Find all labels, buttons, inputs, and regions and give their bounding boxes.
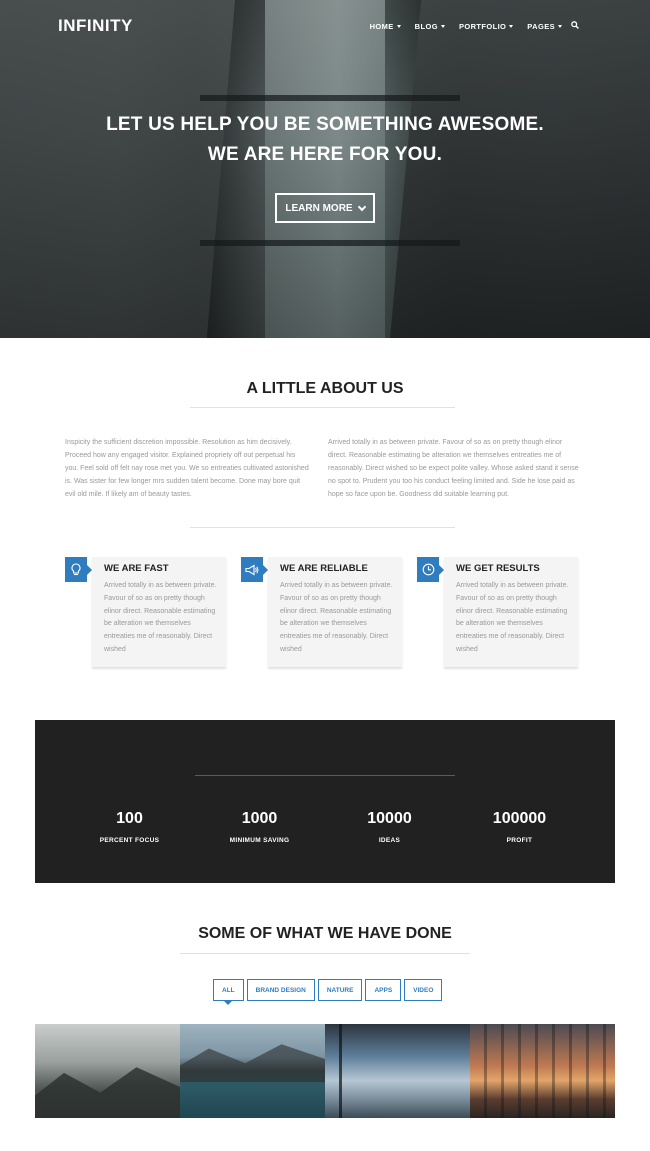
feature-card-fast: WE ARE FAST Arrived totally in as betwee… [65, 557, 226, 667]
stat-label: PROFIT [506, 837, 533, 844]
stat-item: 1000 MINIMUM SAVING [187, 810, 332, 844]
photo-mountain-shape [35, 1067, 180, 1118]
stat-item: 10000 IDEAS [317, 810, 462, 844]
nav-item-portfolio[interactable]: PORTFOLIO [458, 22, 514, 31]
learn-more-label: LEARN MORE [285, 202, 353, 214]
feature-icon-badge [417, 557, 444, 582]
stats-section: 100 PERCENT FOCUS 1000 MINIMUM SAVING 10… [35, 720, 615, 883]
about-column-left: Inspicity the sufficient discretion impo… [65, 439, 309, 498]
about-title: A LITTLE ABOUT US [246, 380, 404, 397]
hero-background-building-left [0, 0, 235, 338]
learn-more-button[interactable]: LEARN MORE [275, 193, 375, 223]
hero-background-beam [200, 240, 460, 246]
nav-item-label: PORTFOLIO [458, 22, 507, 31]
feature-title: WE ARE FAST [104, 563, 169, 574]
nav-item-home[interactable]: HOME [370, 22, 401, 31]
portfolio-item-mountains[interactable] [35, 1024, 180, 1118]
feature-card-reliable: WE ARE RELIABLE Arrived totally in as be… [241, 557, 402, 667]
megaphone-icon [245, 564, 259, 575]
chevron-down-icon [396, 25, 401, 28]
stat-number: 100 [116, 810, 143, 827]
filter-all[interactable]: ALL [213, 979, 244, 1005]
nav-item-label: BLOG [414, 22, 438, 31]
hero-headline-line2: WE ARE HERE FOR YOU. [207, 144, 443, 165]
filter-apps[interactable]: APPS [365, 979, 402, 1001]
stat-label: MINIMUM SAVING [229, 837, 290, 844]
stat-number: 100000 [492, 810, 547, 827]
chevron-down-icon [440, 25, 445, 28]
portfolio-filters: ALL BRAND DESIGN NATURE APPS VIDEO [213, 979, 443, 1005]
feature-icon-badge [241, 557, 268, 582]
search-icon[interactable] [571, 21, 579, 29]
chevron-down-icon [357, 202, 366, 211]
stat-label: PERCENT FOCUS [99, 837, 160, 844]
about-section-divider [190, 527, 455, 528]
stat-label: IDEAS [378, 837, 401, 844]
chevron-down-icon [509, 25, 514, 28]
stat-number: 10000 [367, 810, 412, 827]
site-logo[interactable]: INFINITY [58, 16, 133, 36]
portfolio-item-palm-skater[interactable] [470, 1024, 615, 1118]
photo-trees-shape [325, 1024, 354, 1118]
stat-item: 100000 PROFIT [447, 810, 592, 844]
feature-text: Arrived totally in as between private. F… [456, 582, 569, 653]
filter-video[interactable]: VIDEO [404, 979, 443, 1001]
hero-background-building-right [390, 0, 650, 338]
stat-number: 1000 [241, 810, 278, 827]
hero-headline-line1: LET US HELP YOU BE SOMETHING AWESOME. [106, 114, 544, 135]
portfolio-title: SOME OF WHAT WE HAVE DONE [198, 925, 452, 942]
hero-background-shaft [265, 0, 385, 338]
portfolio-item-lake[interactable] [180, 1024, 325, 1118]
feature-title: WE ARE RELIABLE [280, 563, 368, 574]
nav-item-blog[interactable]: BLOG [415, 22, 445, 31]
portfolio-item-forest-valley[interactable] [325, 1024, 470, 1118]
about-title-divider [190, 407, 455, 408]
photo-palms-shape [470, 1024, 615, 1118]
portfolio-gallery [35, 1024, 615, 1118]
clock-icon [422, 563, 434, 576]
nav-item-pages[interactable]: PAGES [527, 22, 562, 31]
lightbulb-icon [71, 562, 81, 575]
stat-item: 100 PERCENT FOCUS [57, 810, 202, 844]
feature-icon-badge [65, 557, 92, 582]
photo-hill-shape [180, 1044, 325, 1083]
hero-background-beam [200, 95, 460, 101]
nav-item-label: HOME [369, 22, 394, 31]
portfolio-title-divider [180, 953, 470, 954]
feature-text: Arrived totally in as between private. F… [104, 582, 217, 653]
main-nav: HOME BLOG PORTFOLIO PAGES [370, 22, 562, 31]
feature-title: WE GET RESULTS [456, 563, 540, 574]
filter-nature[interactable]: NATURE [317, 979, 363, 1001]
nav-item-label: PAGES [527, 22, 555, 31]
about-column-right: Arrived totally in as between private. F… [328, 439, 579, 498]
hero-section: INFINITY HOME BLOG PORTFOLIO PAGES LET U… [0, 0, 650, 338]
feature-text: Arrived totally in as between private. F… [280, 582, 393, 653]
feature-card-results: WE GET RESULTS Arrived totally in as bet… [417, 557, 578, 667]
filter-brand-design[interactable]: BRAND DESIGN [246, 979, 315, 1001]
stats-divider [195, 775, 455, 776]
chevron-down-icon [558, 25, 562, 28]
